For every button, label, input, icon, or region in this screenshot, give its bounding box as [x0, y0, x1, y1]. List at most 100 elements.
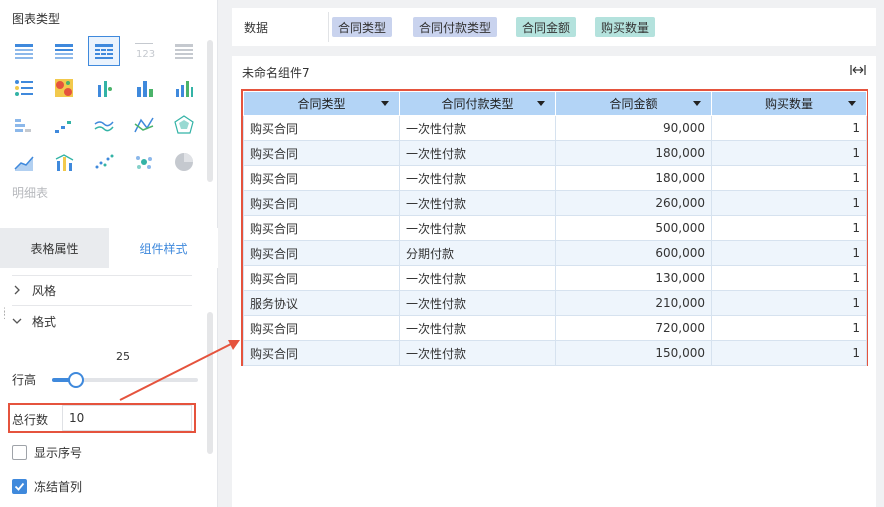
table-cell[interactable]: 130,000 [555, 265, 712, 291]
table-cell[interactable]: 1 [711, 315, 867, 341]
chart-type-option[interactable] [88, 110, 120, 140]
chart-type-option[interactable]: 123 [128, 36, 160, 66]
table-cell[interactable]: 购买合同 [243, 140, 400, 166]
table-cell[interactable]: 购买合同 [243, 240, 400, 266]
drag-handle-icon[interactable]: ⋮ ⋮ [0, 308, 9, 324]
table-cell[interactable]: 一次性付款 [399, 140, 556, 166]
table-cell[interactable]: 购买合同 [243, 265, 400, 291]
table-cell[interactable]: 一次性付款 [399, 340, 556, 366]
sort-dropdown-icon[interactable] [848, 101, 856, 106]
chart-type-option[interactable] [8, 110, 40, 140]
table-cell[interactable]: 150,000 [555, 340, 712, 366]
chart-type-option[interactable] [48, 110, 80, 140]
chart-type-option[interactable] [88, 73, 120, 103]
table-cell[interactable]: 260,000 [555, 190, 712, 216]
column-header[interactable]: 合同类型 [243, 91, 400, 116]
column-header[interactable]: 购买数量 [711, 91, 867, 116]
chart-type-scrollbar[interactable] [207, 40, 213, 182]
show-serial-checkbox[interactable]: 显示序号 [12, 444, 82, 461]
format-section-toggle[interactable]: 格式 [12, 313, 56, 330]
style-section-toggle[interactable]: 风格 [12, 282, 56, 299]
field-pill-payment-type[interactable]: 合同付款类型 [413, 17, 498, 37]
table-cell[interactable]: 一次性付款 [399, 190, 556, 216]
table-cell[interactable]: 210,000 [555, 290, 712, 316]
total-rows-input[interactable]: 10 [62, 405, 192, 431]
table-cell[interactable]: 服务协议 [243, 290, 400, 316]
table-cell[interactable]: 购买合同 [243, 215, 400, 241]
table-cell[interactable]: 1 [711, 265, 867, 291]
table-cell[interactable]: 购买合同 [243, 190, 400, 216]
pie-icon [175, 153, 193, 171]
tab-component-style[interactable]: 组件样式 [109, 228, 218, 268]
chart-type-option[interactable] [48, 73, 80, 103]
table-cell[interactable]: 一次性付款 [399, 290, 556, 316]
chart-type-option[interactable] [128, 73, 160, 103]
style-section-label: 风格 [32, 284, 57, 298]
table-cell[interactable]: 1 [711, 240, 867, 266]
table-cell[interactable]: 1 [711, 340, 867, 366]
table-cell[interactable]: 购买合同 [243, 115, 400, 141]
column-header[interactable]: 合同金额 [555, 91, 712, 116]
chart-type-option[interactable] [8, 147, 40, 177]
chart-type-option[interactable] [48, 147, 80, 177]
table-cell[interactable]: 购买合同 [243, 165, 400, 191]
chart-type-option[interactable] [88, 36, 120, 66]
table-cell[interactable]: 500,000 [555, 215, 712, 241]
chart-type-hint: 明细表 [12, 186, 49, 200]
table-cell[interactable]: 购买合同 [243, 340, 400, 366]
chart-type-option[interactable] [88, 147, 120, 177]
table-cell[interactable]: 1 [711, 165, 867, 191]
table-cell[interactable]: 购买合同 [243, 315, 400, 341]
chevron-right-icon [12, 284, 24, 298]
sort-dropdown-icon[interactable] [693, 101, 701, 106]
crossing-line-icon [134, 117, 154, 133]
component-title[interactable]: 未命名组件7 [242, 64, 310, 81]
table-cell[interactable]: 600,000 [555, 240, 712, 266]
tab-table-properties[interactable]: 表格属性 [0, 228, 109, 268]
table-cell[interactable]: 180,000 [555, 165, 712, 191]
chart-type-option[interactable] [168, 147, 200, 177]
checkbox-checked[interactable] [12, 479, 27, 494]
table-cell[interactable]: 1 [711, 115, 867, 141]
table-cell[interactable]: 一次性付款 [399, 265, 556, 291]
sort-dropdown-icon[interactable] [381, 101, 389, 106]
table-cell[interactable]: 一次性付款 [399, 165, 556, 191]
chart-type-option[interactable] [8, 73, 40, 103]
chart-type-option[interactable] [8, 36, 40, 66]
chart-type-title: 图表类型 [12, 12, 61, 26]
table-cell[interactable]: 180,000 [555, 140, 712, 166]
chart-type-option[interactable] [168, 110, 200, 140]
table-cell[interactable]: 一次性付款 [399, 115, 556, 141]
table-body: 购买合同 一次性付款 90,000 1 购买合同 一次性付款 180,000 1 购买合同 一次性… [243, 115, 867, 366]
column-header[interactable]: 合同付款类型 [399, 91, 556, 116]
table-cell[interactable]: 720,000 [555, 315, 712, 341]
detail-table-highlight: 合同类型 合同付款类型 合同金额 购买数量 购买合同 一次性付款 90,000 1 购买… [241, 89, 868, 366]
multi-line-icon [94, 121, 114, 132]
row-height-slider-thumb[interactable] [68, 372, 84, 388]
field-pill-contract-amount[interactable]: 合同金额 [516, 17, 577, 37]
row-height-value: 25 [116, 350, 130, 363]
style-panel-scrollbar[interactable] [207, 312, 213, 454]
table-cell[interactable]: 1 [711, 140, 867, 166]
chart-type-option[interactable] [128, 110, 160, 140]
table-cell[interactable]: 一次性付款 [399, 215, 556, 241]
field-pill-contract-type[interactable]: 合同类型 [332, 17, 393, 37]
table-cell[interactable]: 1 [711, 215, 867, 241]
divider [12, 305, 192, 306]
table-cell[interactable]: 分期付款 [399, 240, 556, 266]
chart-type-option[interactable] [168, 36, 200, 66]
freeze-first-col-checkbox[interactable]: 冻结首列 [12, 478, 82, 495]
table-row: 购买合同 一次性付款 500,000 1 [243, 215, 867, 241]
table-cell[interactable]: 1 [711, 190, 867, 216]
chart-type-option[interactable] [48, 36, 80, 66]
field-pill-purchase-qty[interactable]: 购买数量 [595, 17, 656, 37]
table-row: 购买合同 一次性付款 180,000 1 [243, 140, 867, 166]
checkbox-unchecked[interactable] [12, 445, 27, 460]
table-cell[interactable]: 90,000 [555, 115, 712, 141]
table-cell[interactable]: 一次性付款 [399, 315, 556, 341]
chart-type-option[interactable] [128, 147, 160, 177]
table-cell[interactable]: 1 [711, 290, 867, 316]
fit-width-icon[interactable] [850, 64, 866, 79]
sort-dropdown-icon[interactable] [537, 101, 545, 106]
chart-type-option[interactable] [168, 73, 200, 103]
